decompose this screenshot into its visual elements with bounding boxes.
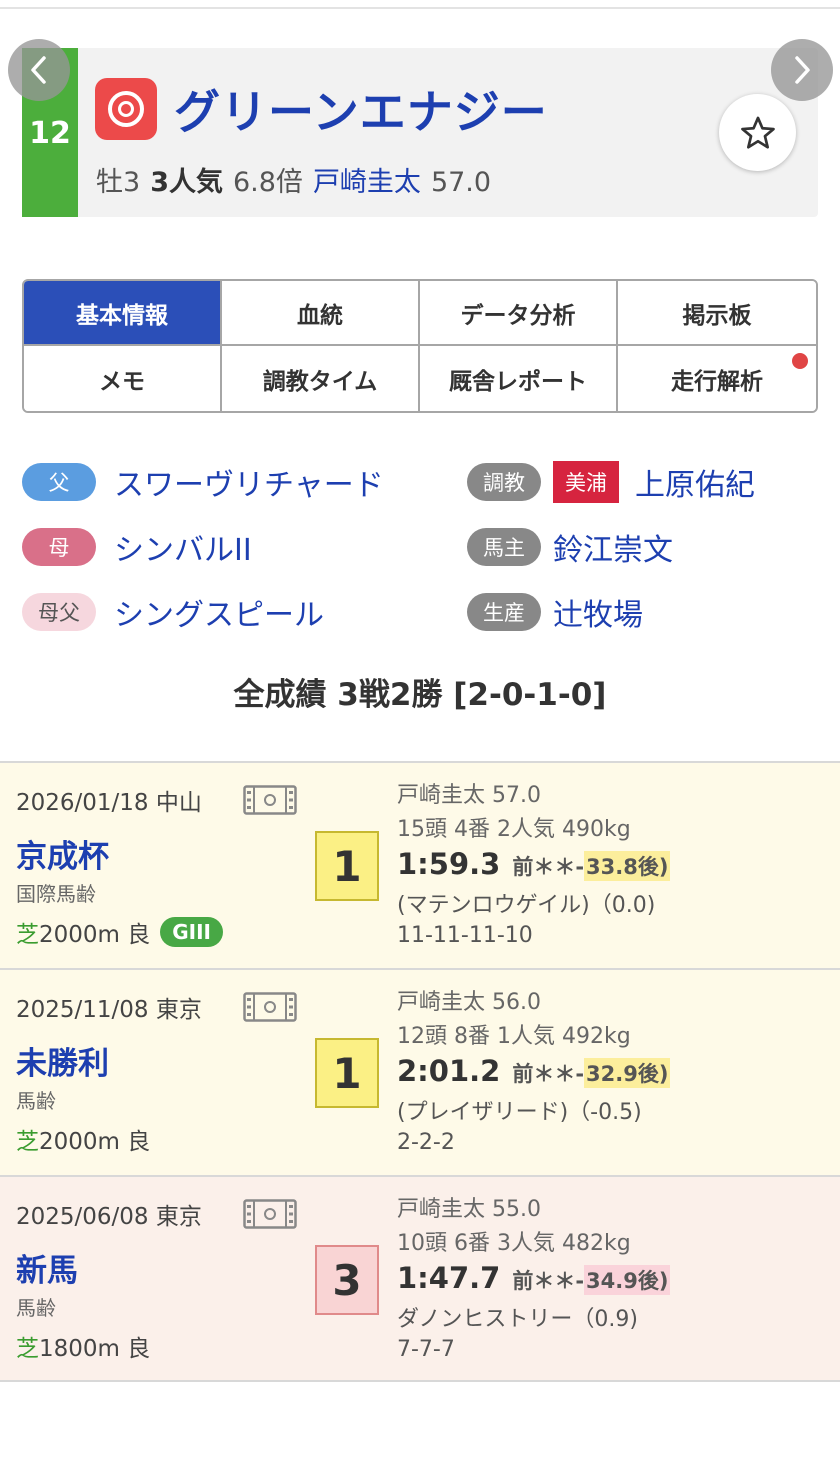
odds: 6.8倍 [232,167,303,198]
owner-label: 馬主 [467,528,541,566]
trainer-location-badge: 美浦 [553,461,619,503]
race-time-line: 2:01.2 前＊＊- 32.9後) [397,1054,671,1088]
race-date-venue: 2025/06/08 東京 [16,1204,202,1230]
double-circle-mark-icon[interactable] [95,78,157,140]
last-3f: 33.8後) [584,851,671,881]
race-time: 2:01.2 [397,1054,501,1088]
tab-data-analysis[interactable]: データ分析 [420,281,618,346]
race-name-link[interactable]: 京成杯 [16,831,109,876]
sire-label: 父 [22,463,96,501]
tab-basic-info[interactable]: 基本情報 [24,281,222,346]
race-pace: 前＊＊- [512,1269,585,1293]
race-margin: ダノンヒストリー（0.9) [397,1307,638,1332]
tab-stable-report[interactable]: 厩舎レポート [420,346,618,411]
video-icon[interactable] [243,992,297,1022]
distance-going: 1800m 良 [39,1336,151,1362]
finish-position: 1 [315,1038,379,1108]
race-time-line: 1:47.7 前＊＊- 34.9後) [397,1261,671,1295]
top-divider [0,7,840,9]
race-passing: 2-2-2 [397,1130,455,1155]
surface: 芝 [16,1336,39,1362]
popularity: 3人気 [150,167,223,198]
tab-training-time[interactable]: 調教タイム [222,346,420,411]
distance-going: 2000m 良 [39,1129,151,1155]
race-name-link[interactable]: 新馬 [16,1245,78,1290]
breeder-row: 生産 辻牧場 [467,590,643,634]
race-jockey-weight: 戸崎圭太 56.0 [397,990,541,1015]
video-icon[interactable] [243,1199,297,1229]
race-date-venue: 2025/11/08 東京 [16,997,202,1023]
race-jockey-weight: 戸崎圭太 55.0 [397,1197,541,1222]
race-pace: 前＊＊- [512,855,585,879]
last-3f: 34.9後) [584,1265,671,1295]
tab-running-analysis[interactable]: 走行解析 [618,346,816,411]
tab-bulletin-board[interactable]: 掲示板 [618,281,816,346]
chevron-left-icon [31,56,46,84]
horse-name: グリーンエナジー [174,85,548,139]
distance-going: 2000m 良 [39,922,151,948]
race-time: 1:59.3 [397,847,501,881]
grade-badge: GIII [160,917,223,947]
dam-link[interactable]: シンバルII [114,525,252,569]
sire-link[interactable]: スワーヴリチャード [114,460,384,504]
race-row[interactable]: 2026/01/18 中山 京成杯 国際馬齢 芝 2000m 良 GIII 1 戸崎… [0,761,840,968]
race-date-venue: 2026/01/18 中山 [16,790,202,816]
star-icon [740,116,775,149]
tab-running-analysis-label: 走行解析 [671,368,763,395]
owner-row: 馬主 鈴江崇文 [467,525,673,569]
breeder-label: 生産 [467,593,541,631]
race-field-info: 12頭 8番 1人気 492kg [397,1024,631,1049]
last-3f: 32.9後) [584,1058,671,1088]
race-margin: (マテンロウゲイル)（0.0) [397,893,656,918]
race-condition: 国際馬齢 [16,882,96,906]
race-field-info: 15頭 4番 2人気 490kg [397,817,631,842]
career-record: 全成績 3戦2勝 [2-0-1-0] [233,677,607,713]
breeder-link[interactable]: 辻牧場 [553,590,643,634]
race-condition: 馬齢 [16,1296,56,1320]
damsire-link[interactable]: シングスピール [114,590,324,634]
finish-position: 1 [315,831,379,901]
next-horse-button[interactable] [771,39,833,101]
surface: 芝 [16,1129,39,1155]
race-row[interactable]: 2025/06/08 東京 新馬 馬齢 芝 1800m 良 3 戸崎圭太 55.0… [0,1175,840,1382]
surface: 芝 [16,922,39,948]
prev-horse-button[interactable] [8,39,70,101]
favorite-button[interactable] [719,94,796,171]
video-icon[interactable] [243,785,297,815]
tab-memo[interactable]: メモ [24,346,222,411]
horse-summary: 牡3 3人気 6.8倍 戸崎圭太 57.0 [96,160,501,199]
notification-dot [792,353,808,369]
tab-pedigree[interactable]: 血統 [222,281,420,346]
info-tab-grid: 基本情報 血統 データ分析 掲示板 メモ 調教タイム 厩舎レポート 走行解析 [22,279,818,413]
race-course: 芝 1800m 良 [16,1329,150,1363]
trainer-row: 調教 美浦 上原佑紀 [467,460,755,504]
race-time-line: 1:59.3 前＊＊- 33.8後) [397,847,671,881]
finish-position: 3 [315,1245,379,1315]
race-passing: 11-11-11-10 [397,923,533,948]
sex-age: 牡3 [96,167,141,198]
race-pace: 前＊＊- [512,1062,585,1086]
chevron-right-icon [795,56,810,84]
race-jockey-weight: 戸崎圭太 57.0 [397,783,541,808]
carried-weight: 57.0 [430,167,492,198]
race-time: 1:47.7 [397,1261,501,1295]
race-name-link[interactable]: 未勝利 [16,1038,109,1083]
race-condition: 馬齢 [16,1089,56,1113]
race-passing: 7-7-7 [397,1337,455,1362]
race-course: 芝 2000m 良 [16,1122,150,1156]
race-field-info: 10頭 6番 3人気 482kg [397,1231,631,1256]
race-course: 芝 2000m 良 GIII [16,915,223,949]
owner-link[interactable]: 鈴江崇文 [553,525,673,569]
dam-row: 母 シンバルII [22,525,252,569]
race-margin: (プレイザリード)（-0.5) [397,1100,642,1125]
race-row[interactable]: 2025/11/08 東京 未勝利 馬齢 芝 2000m 良 1 戸崎圭太 56.… [0,968,840,1175]
damsire-label: 母父 [22,593,96,631]
dam-label: 母 [22,528,96,566]
damsire-row: 母父 シングスピール [22,590,324,634]
trainer-label: 調教 [467,463,541,501]
jockey-link[interactable]: 戸崎圭太 [313,167,421,198]
sire-row: 父 スワーヴリチャード [22,460,384,504]
trainer-link[interactable]: 上原佑紀 [635,460,755,504]
